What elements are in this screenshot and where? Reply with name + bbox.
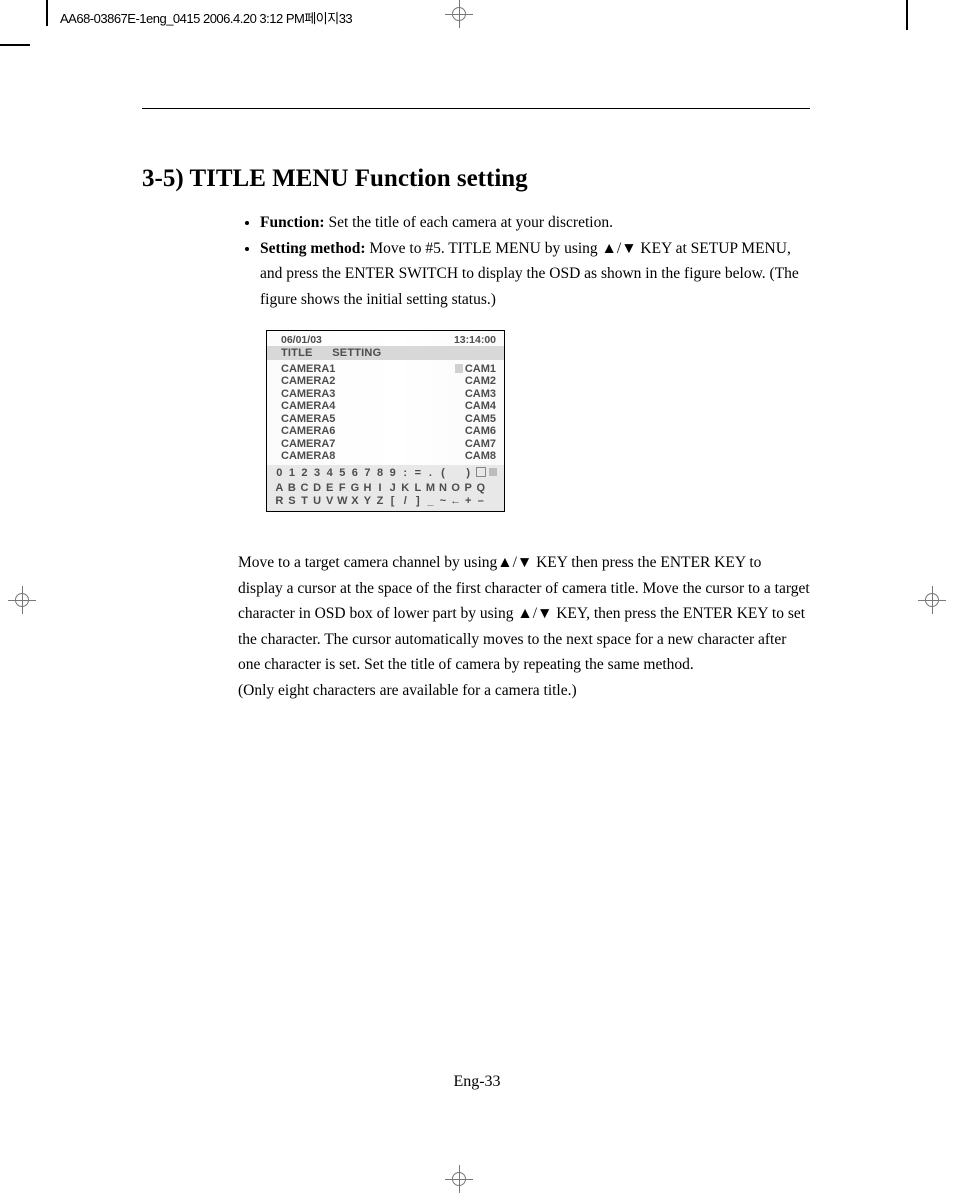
osd-camera-row: CAMERA5CAM5 bbox=[281, 413, 496, 425]
osd-header-title: TITLE bbox=[281, 347, 329, 359]
crop-mark bbox=[46, 0, 48, 26]
print-job-header: AA68-03867E-1eng_0415 2006.4.20 3:12 PM페… bbox=[60, 8, 352, 27]
bullet-list: Function: Set the title of each camera a… bbox=[240, 210, 814, 312]
registration-mark-icon bbox=[918, 586, 946, 614]
osd-camera-list: CAMERA1CAM1CAMERA2CAM2CAMERA3CAM3CAMERA4… bbox=[267, 360, 504, 465]
osd-camera-row: CAMERA2CAM2 bbox=[281, 375, 496, 387]
osd-camera-row: CAMERA6CAM6 bbox=[281, 425, 496, 437]
crop-mark bbox=[906, 0, 908, 30]
osd-camera-row: CAMERA4CAM4 bbox=[281, 400, 496, 412]
osd-camera-row: CAMERA1CAM1 bbox=[281, 363, 496, 375]
osd-time: 13:14:00 bbox=[454, 334, 496, 346]
osd-camera-row: CAMERA8CAM8 bbox=[281, 450, 496, 462]
header-rule bbox=[142, 108, 810, 109]
registration-mark-icon bbox=[445, 1165, 473, 1193]
function-text: Set the title of each camera at your dis… bbox=[328, 214, 612, 231]
osd-char-grid: 0123456789:=.()ABCDEFGHIJKLMNOPQRSTUVWXY… bbox=[267, 465, 504, 511]
osd-camera-row: CAMERA3CAM3 bbox=[281, 388, 496, 400]
registration-mark-icon bbox=[8, 586, 36, 614]
page-title: 3-5) TITLE MENU Function setting bbox=[142, 165, 528, 193]
crop-mark bbox=[0, 44, 30, 46]
registration-mark-icon bbox=[445, 0, 473, 28]
osd-figure: 06/01/03 13:14:00 TITLE SETTING CAMERA1C… bbox=[266, 330, 505, 512]
function-label: Function: bbox=[260, 214, 325, 231]
osd-header-setting: SETTING bbox=[332, 347, 381, 359]
page-number: Eng-33 bbox=[0, 1073, 954, 1091]
setting-method-label: Setting method: bbox=[260, 240, 365, 257]
osd-camera-row: CAMERA7CAM7 bbox=[281, 438, 496, 450]
osd-date: 06/01/03 bbox=[281, 334, 322, 346]
body-text-2: (Only eight characters are available for… bbox=[238, 682, 577, 699]
body-paragraph: Move to a target camera channel by using… bbox=[238, 550, 810, 703]
body-text-1: Move to a target camera channel by using… bbox=[238, 554, 810, 673]
